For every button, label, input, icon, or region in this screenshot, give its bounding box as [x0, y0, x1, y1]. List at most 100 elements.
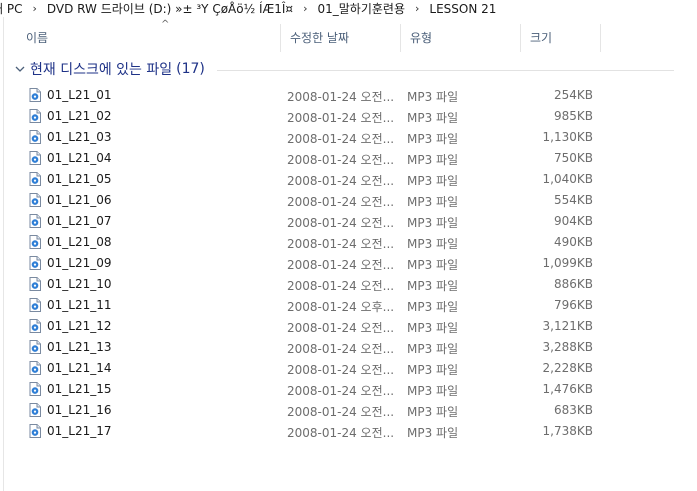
file-size: 1,738KB — [542, 424, 593, 438]
file-name: 01_L21_16 — [47, 403, 112, 417]
file-row[interactable]: 01_L21_06 2008-01-24 오전... MP3 파일 554KB — [0, 190, 697, 211]
file-row[interactable]: 01_L21_01 2008-01-24 오전... MP3 파일 254KB — [0, 85, 697, 106]
file-type: MP3 파일 — [407, 405, 459, 419]
column-header-size-label: 크기 — [530, 31, 553, 45]
file-size: 490KB — [553, 235, 593, 249]
file-type: MP3 파일 — [407, 237, 459, 251]
file-name: 01_L21_11 — [47, 298, 112, 312]
mp3-file-icon — [29, 403, 41, 417]
file-date: 2008-01-24 오전... — [287, 174, 395, 188]
file-row[interactable]: 01_L21_02 2008-01-24 오전... MP3 파일 985KB — [0, 106, 697, 127]
group-divider — [216, 69, 674, 71]
file-row[interactable]: 01_L21_13 2008-01-24 오전... MP3 파일 3,288KB — [0, 337, 697, 358]
file-name: 01_L21_01 — [47, 88, 112, 102]
file-type: MP3 파일 — [407, 132, 459, 146]
file-date: 2008-01-24 오후... — [287, 300, 395, 314]
file-date: 2008-01-24 오전... — [287, 258, 395, 272]
file-row[interactable]: 01_L21_12 2008-01-24 오전... MP3 파일 3,121KB — [0, 316, 697, 337]
file-name: 01_L21_05 — [47, 172, 112, 186]
file-date: 2008-01-24 오전... — [287, 363, 395, 377]
breadcrumb-folder[interactable]: 01_말하기훈련용 — [315, 0, 407, 17]
file-type: MP3 파일 — [407, 279, 459, 293]
file-row[interactable]: 01_L21_04 2008-01-24 오전... MP3 파일 750KB — [0, 148, 697, 169]
file-row[interactable]: 01_L21_10 2008-01-24 오전... MP3 파일 886KB — [0, 274, 697, 295]
file-size: 886KB — [553, 277, 593, 291]
column-header-date[interactable]: 수정한 날짜 — [281, 24, 401, 52]
file-name: 01_L21_03 — [47, 130, 112, 144]
file-date: 2008-01-24 오전... — [287, 153, 395, 167]
file-row[interactable]: 01_L21_09 2008-01-24 오전... MP3 파일 1,099KB — [0, 253, 697, 274]
breadcrumb: 내 PC › DVD RW 드라이브 (D:) »± ³Y ÇøÅö½ ÍÆ1Î… — [0, 0, 697, 17]
file-row[interactable]: 01_L21_16 2008-01-24 오전... MP3 파일 683KB — [0, 400, 697, 421]
file-type: MP3 파일 — [407, 321, 459, 335]
mp3-file-icon — [29, 277, 41, 291]
mp3-file-icon — [29, 151, 41, 165]
group-header[interactable]: 현재 디스크에 있는 파일 (17) — [14, 58, 674, 80]
column-header-row: ^ 이름 수정한 날짜 유형 크기 — [17, 19, 697, 52]
file-size: 904KB — [553, 214, 593, 228]
file-date: 2008-01-24 오전... — [287, 342, 395, 356]
file-name: 01_L21_04 — [47, 151, 112, 165]
breadcrumb-separator-icon[interactable]: › — [24, 2, 44, 15]
file-row[interactable]: 01_L21_11 2008-01-24 오후... MP3 파일 796KB — [0, 295, 697, 316]
mp3-file-icon — [29, 298, 41, 312]
file-row[interactable]: 01_L21_03 2008-01-24 오전... MP3 파일 1,130KB — [0, 127, 697, 148]
file-size: 254KB — [553, 88, 593, 102]
file-name: 01_L21_13 — [47, 340, 112, 354]
file-size: 683KB — [553, 403, 593, 417]
file-name: 01_L21_07 — [47, 214, 112, 228]
mp3-file-icon — [29, 319, 41, 333]
breadcrumb-separator-icon[interactable]: › — [407, 2, 427, 15]
file-name: 01_L21_10 — [47, 277, 112, 291]
chevron-down-icon[interactable] — [14, 63, 26, 75]
file-row[interactable]: 01_L21_08 2008-01-24 오전... MP3 파일 490KB — [0, 232, 697, 253]
file-row[interactable]: 01_L21_14 2008-01-24 오전... MP3 파일 2,228KB — [0, 358, 697, 379]
mp3-file-icon — [29, 193, 41, 207]
file-type: MP3 파일 — [407, 216, 459, 230]
column-header-type-label: 유형 — [410, 31, 433, 45]
file-name: 01_L21_17 — [47, 424, 112, 438]
breadcrumb-separator-icon[interactable]: › — [295, 2, 315, 15]
file-row[interactable]: 01_L21_15 2008-01-24 오전... MP3 파일 1,476KB — [0, 379, 697, 400]
file-date: 2008-01-24 오전... — [287, 237, 395, 251]
file-size: 2,228KB — [542, 361, 593, 375]
file-date: 2008-01-24 오전... — [287, 279, 395, 293]
mp3-file-icon — [29, 214, 41, 228]
file-date: 2008-01-24 오전... — [287, 90, 395, 104]
file-type: MP3 파일 — [407, 90, 459, 104]
file-row[interactable]: 01_L21_17 2008-01-24 오전... MP3 파일 1,738KB — [0, 421, 697, 442]
breadcrumb-dvd-drive[interactable]: DVD RW 드라이브 (D:) »± ³Y ÇøÅö½ ÍÆ1Î¤ — [45, 0, 295, 17]
mp3-file-icon — [29, 172, 41, 186]
mp3-file-icon — [29, 256, 41, 270]
file-name: 01_L21_12 — [47, 319, 112, 333]
file-type: MP3 파일 — [407, 300, 459, 314]
file-date: 2008-01-24 오전... — [287, 195, 395, 209]
file-size: 1,130KB — [542, 130, 593, 144]
group-count: (17) — [176, 61, 205, 77]
file-name: 01_L21_06 — [47, 193, 112, 207]
breadcrumb-current-folder[interactable]: LESSON 21 — [427, 2, 498, 16]
file-size: 1,099KB — [542, 256, 593, 270]
file-size: 1,476KB — [542, 382, 593, 396]
file-type: MP3 파일 — [407, 258, 459, 272]
file-row[interactable]: 01_L21_07 2008-01-24 오전... MP3 파일 904KB — [0, 211, 697, 232]
column-header-size[interactable]: 크기 — [521, 24, 601, 52]
column-header-name-label: 이름 — [26, 31, 49, 45]
mp3-file-icon — [29, 340, 41, 354]
column-header-type[interactable]: 유형 — [401, 24, 521, 52]
breadcrumb-this-pc[interactable]: 내 PC — [0, 0, 24, 17]
file-row[interactable]: 01_L21_05 2008-01-24 오전... MP3 파일 1,040KB — [0, 169, 697, 190]
file-size: 750KB — [553, 151, 593, 165]
file-type: MP3 파일 — [407, 363, 459, 377]
mp3-file-icon — [29, 88, 41, 102]
file-type: MP3 파일 — [407, 111, 459, 125]
file-date: 2008-01-24 오전... — [287, 426, 395, 440]
column-header-name[interactable]: 이름 — [17, 24, 281, 52]
file-size: 3,288KB — [542, 340, 593, 354]
file-date: 2008-01-24 오전... — [287, 321, 395, 335]
mp3-file-icon — [29, 130, 41, 144]
file-date: 2008-01-24 오전... — [287, 384, 395, 398]
file-size: 796KB — [553, 298, 593, 312]
file-type: MP3 파일 — [407, 342, 459, 356]
file-type: MP3 파일 — [407, 384, 459, 398]
